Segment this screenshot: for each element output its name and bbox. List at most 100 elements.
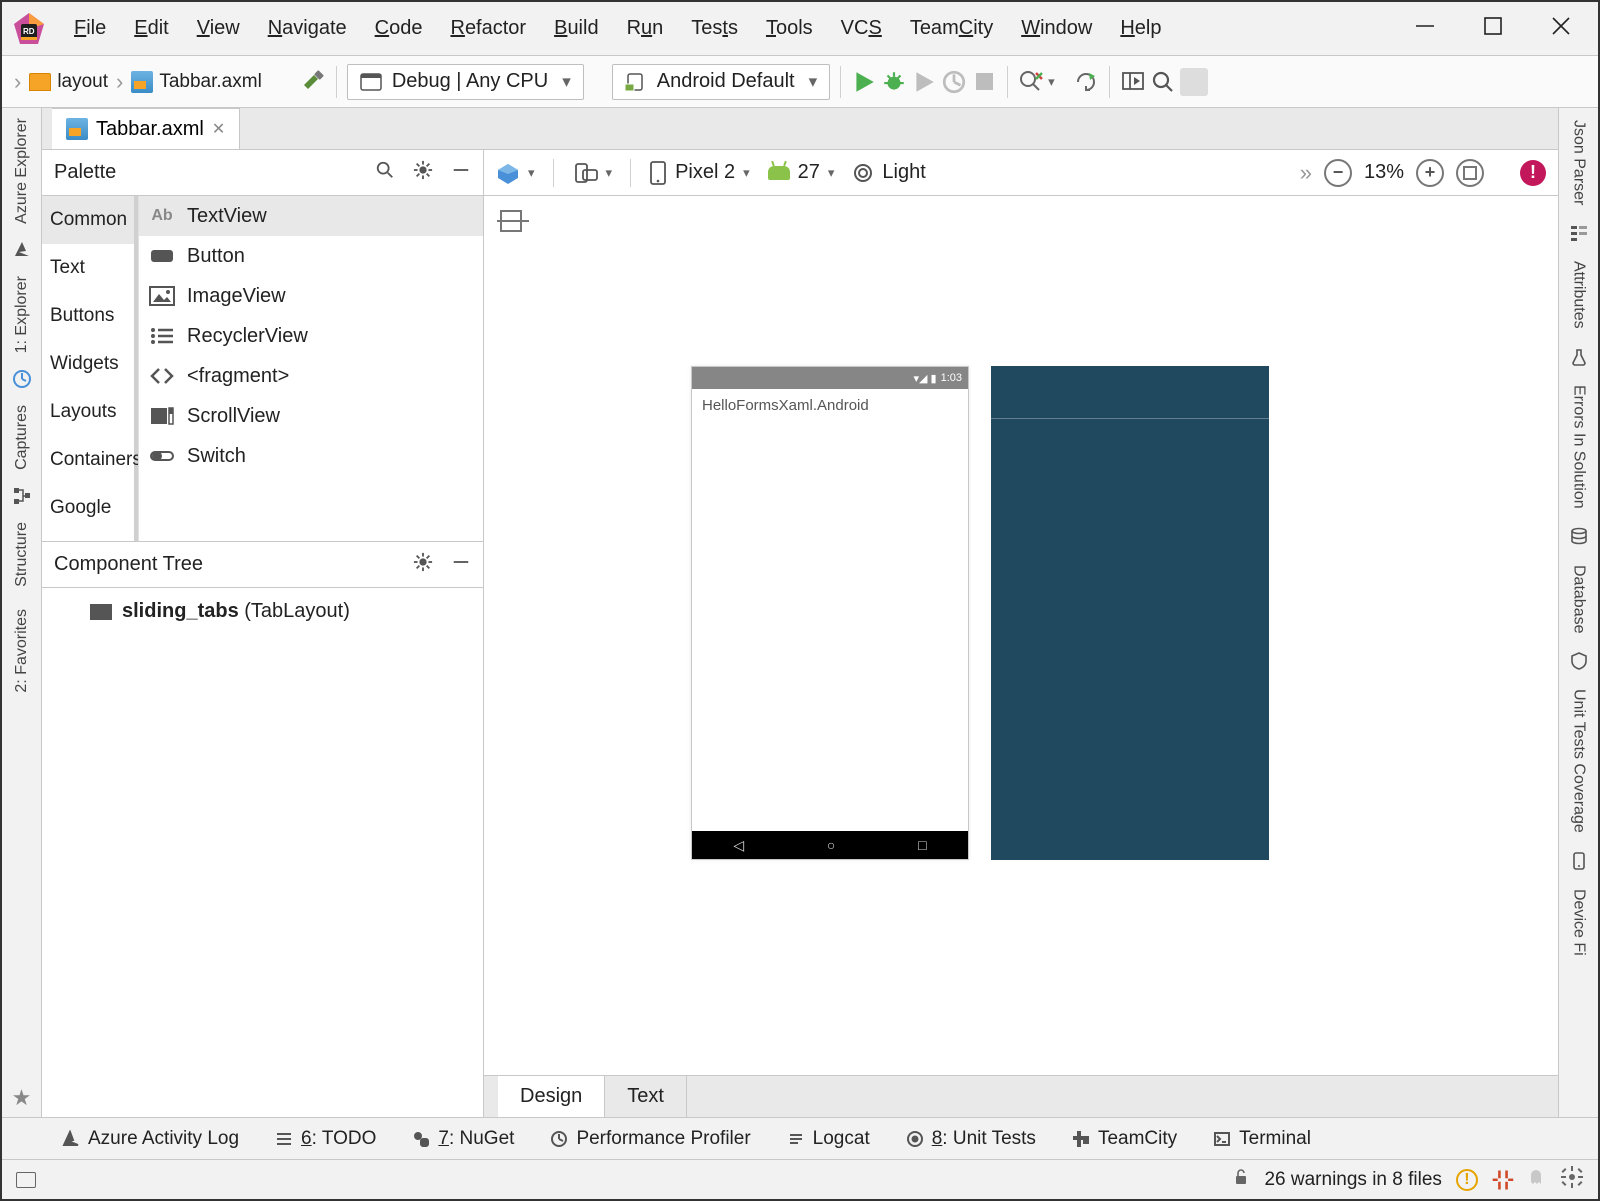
palette-cat-google[interactable]: Google	[42, 484, 138, 532]
window-close[interactable]	[1550, 15, 1572, 42]
device-preview-light[interactable]: ▾◢ ▮1:03 HelloFormsXaml.Android ◁○□	[691, 366, 969, 860]
palette-cat-layouts[interactable]: Layouts	[42, 388, 138, 436]
palette-item-switch[interactable]: Switch	[139, 436, 483, 476]
tw-profiler[interactable]: Performance Profiler	[550, 1128, 750, 1150]
user-avatar[interactable]	[1180, 68, 1208, 96]
tw-nuget[interactable]: 7: NuGet	[412, 1128, 514, 1150]
menu-help[interactable]: Help	[1106, 11, 1175, 46]
error-indicator[interactable]: !	[1520, 160, 1546, 186]
pan-handle-icon[interactable]	[500, 210, 522, 232]
rail-attributes[interactable]: Attributes	[1570, 255, 1588, 335]
zoom-in-button[interactable]: +	[1416, 159, 1444, 187]
stop-button[interactable]	[971, 69, 997, 95]
window-minimize[interactable]	[1414, 15, 1436, 42]
search-icon[interactable]	[375, 160, 395, 185]
rail-device-explorer[interactable]: Device Fi	[1570, 883, 1588, 962]
lock-icon[interactable]	[1232, 1168, 1250, 1192]
menu-file[interactable]: File	[60, 11, 120, 46]
more-icon[interactable]: »	[1300, 160, 1312, 186]
menu-build[interactable]: Build	[540, 11, 612, 46]
run-coverage-button[interactable]	[911, 69, 937, 95]
minimize-icon[interactable]	[451, 552, 471, 577]
sync-button[interactable]	[1073, 69, 1099, 95]
run-button[interactable]	[851, 69, 877, 95]
rail-coverage[interactable]: Unit Tests Coverage	[1570, 683, 1588, 839]
debug-button[interactable]	[881, 69, 907, 95]
attributes-icon	[1569, 223, 1589, 243]
menu-teamcity[interactable]: TeamCity	[896, 11, 1007, 46]
minimize-icon[interactable]	[451, 160, 471, 185]
menu-vcs[interactable]: VCS	[827, 11, 896, 46]
palette-cat-text[interactable]: Text	[42, 244, 138, 292]
run-config-selector[interactable]: Debug | Any CPU ▾	[347, 64, 584, 100]
surface-select[interactable]: ▾	[496, 162, 535, 184]
tw-teamcity[interactable]: TeamCity	[1072, 1128, 1177, 1150]
tab-text[interactable]: Text	[605, 1076, 687, 1117]
menu-code[interactable]: Code	[361, 11, 437, 46]
palette-item-fragment[interactable]: <fragment>	[139, 356, 483, 396]
menu-view[interactable]: View	[183, 11, 254, 46]
design-canvas[interactable]: ▾◢ ▮1:03 HelloFormsXaml.Android ◁○□	[484, 196, 1558, 1075]
breadcrumb[interactable]: › layout › Tabbar.axml	[8, 69, 266, 95]
settings-icon[interactable]	[1560, 1165, 1584, 1195]
tw-todo[interactable]: 6: TODO	[275, 1128, 376, 1150]
toggle-tool-windows-icon[interactable]	[16, 1172, 36, 1188]
status-warnings[interactable]: 26 warnings in 8 files	[1264, 1169, 1441, 1191]
git-icon[interactable]: -¦ ¦-	[1492, 1168, 1512, 1191]
palette-cat-legacy[interactable]: Legacy	[42, 532, 138, 541]
device-selector[interactable]: Android Default ▾	[612, 64, 830, 100]
tw-terminal[interactable]: Terminal	[1213, 1128, 1311, 1150]
layout-button[interactable]	[1120, 69, 1146, 95]
device-preview-blueprint[interactable]	[991, 366, 1269, 860]
inspections-button[interactable]	[1018, 69, 1044, 95]
gear-icon[interactable]	[413, 552, 433, 577]
device-type-select[interactable]: Pixel 2▾	[649, 160, 750, 186]
close-icon[interactable]: ✕	[212, 119, 225, 139]
rail-structure[interactable]: Structure	[13, 516, 31, 593]
rail-explorer[interactable]: 1: Explorer	[13, 270, 31, 359]
zoom-fit-button[interactable]	[1456, 159, 1484, 187]
rail-captures[interactable]: Captures	[13, 399, 31, 476]
orientation-select[interactable]: ▾	[572, 161, 613, 185]
palette-item-imageview[interactable]: ImageView	[139, 276, 483, 316]
menu-edit[interactable]: Edit	[120, 11, 182, 46]
phone-status-bar: ▾◢ ▮1:03	[692, 367, 968, 389]
palette-item-recyclerview[interactable]: RecyclerView	[139, 316, 483, 356]
editor-tab[interactable]: Tabbar.axml ✕	[52, 108, 240, 149]
palette-item-button[interactable]: Button	[139, 236, 483, 276]
component-tree-title: Component Tree	[54, 553, 203, 576]
tab-design[interactable]: Design	[498, 1076, 605, 1117]
build-hammer-icon[interactable]	[300, 69, 326, 95]
tw-unit-tests[interactable]: 8: Unit Tests	[906, 1128, 1036, 1150]
window-maximize[interactable]	[1482, 15, 1504, 42]
rail-database[interactable]: Database	[1570, 559, 1588, 640]
star-icon[interactable]: ★	[12, 1085, 32, 1111]
rail-json-parser[interactable]: Json Parser	[1570, 114, 1588, 211]
zoom-out-button[interactable]: −	[1324, 159, 1352, 187]
palette-header: Palette	[42, 150, 483, 196]
theme-select[interactable]: Light	[852, 161, 925, 184]
menu-refactor[interactable]: Refactor	[436, 11, 540, 46]
palette-cat-widgets[interactable]: Widgets	[42, 340, 138, 388]
tw-logcat[interactable]: Logcat	[787, 1128, 870, 1150]
rail-azure-explorer[interactable]: Azure Explorer	[13, 112, 31, 230]
menu-run[interactable]: Run	[613, 11, 678, 46]
menu-tests[interactable]: Tests	[677, 11, 752, 46]
palette-item-scrollview[interactable]: ScrollView	[139, 396, 483, 436]
menu-tools[interactable]: Tools	[752, 11, 827, 46]
palette-cat-containers[interactable]: Containers	[42, 436, 138, 484]
menu-navigate[interactable]: Navigate	[254, 11, 361, 46]
palette-cat-buttons[interactable]: Buttons	[42, 292, 138, 340]
search-everywhere-button[interactable]	[1150, 69, 1176, 95]
rail-errors[interactable]: Errors In Solution	[1570, 379, 1588, 515]
gear-icon[interactable]	[413, 160, 433, 185]
api-select[interactable]: 27▾	[768, 161, 835, 184]
rail-favorites[interactable]: 2: Favorites	[13, 603, 31, 699]
profile-button[interactable]	[941, 69, 967, 95]
palette-cat-common[interactable]: Common	[42, 196, 138, 244]
tw-azure-log[interactable]: Azure Activity Log	[62, 1128, 239, 1150]
tree-node[interactable]: sliding_tabs (TabLayout)	[58, 600, 467, 623]
menu-window[interactable]: Window	[1007, 11, 1106, 46]
warning-icon[interactable]: !	[1456, 1169, 1478, 1191]
palette-item-textview[interactable]: AbTextView	[139, 196, 483, 236]
